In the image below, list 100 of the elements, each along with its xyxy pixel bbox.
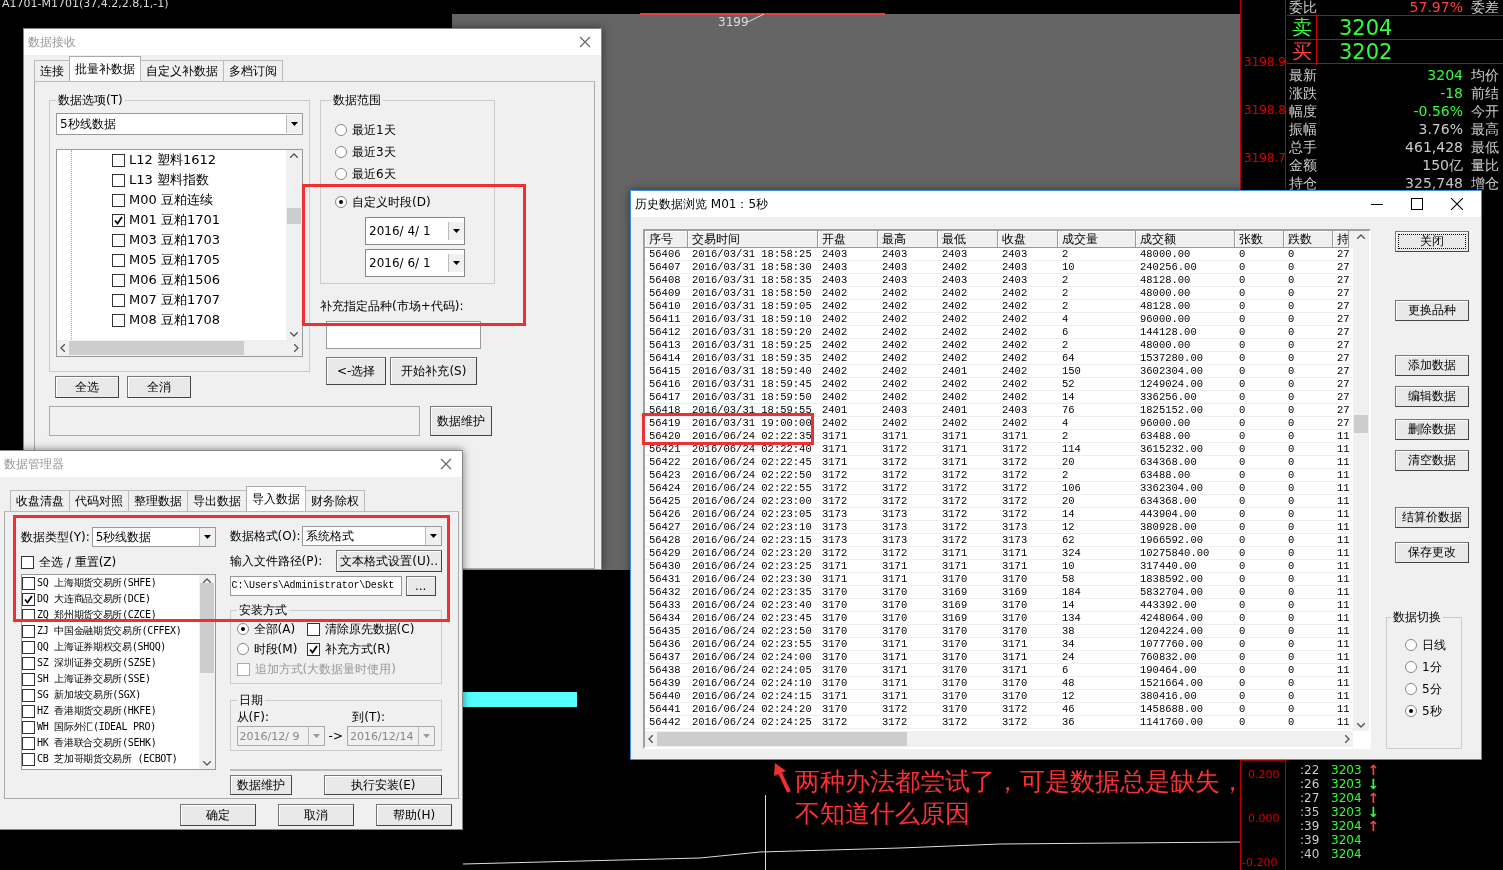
tab[interactable]: 多档订阅 — [223, 60, 283, 81]
tree-item[interactable]: L12 塑料1612 — [129, 151, 216, 169]
tab[interactable]: 收盘清盘 — [10, 490, 70, 511]
list-item[interactable]: HZ 香港期货交易所(HKFE) — [37, 704, 157, 718]
list-item[interactable]: WH 国际外汇(IDEAL PRO) — [37, 720, 156, 734]
tab[interactable]: 连接 — [34, 60, 70, 81]
list-item[interactable]: SQ 上海期货交易所(SHFE) — [37, 576, 157, 590]
date-picker[interactable]: 2016/ 4/ 1 — [365, 217, 465, 245]
tree-item[interactable]: M01 豆粕1701 — [129, 211, 220, 229]
button[interactable]: 确定 — [180, 804, 256, 826]
radio-button[interactable] — [1405, 639, 1418, 651]
checkbox[interactable] — [21, 555, 34, 569]
column-header[interactable]: 最低 — [938, 231, 998, 248]
list-item[interactable]: ZJ 中国金融期货交易所(CFFEX) — [37, 624, 182, 638]
checkbox[interactable] — [112, 273, 125, 287]
radio-button[interactable] — [1405, 661, 1418, 673]
checkbox[interactable] — [112, 233, 125, 247]
scrollbar[interactable] — [286, 150, 302, 340]
radio-button[interactable] — [335, 168, 347, 180]
list-item[interactable]: QQ 上海证券期权交易(SHQQ) — [37, 640, 167, 654]
button[interactable]: ... — [405, 576, 436, 596]
scroll-thumb[interactable] — [199, 583, 214, 673]
checkbox[interactable] — [306, 622, 320, 636]
checkbox[interactable] — [22, 736, 35, 750]
column-header[interactable]: 交易时间 — [688, 231, 818, 248]
column-header[interactable]: 序号 — [645, 231, 688, 248]
tab[interactable]: 财务除权 — [305, 490, 365, 511]
tree-item[interactable]: M05 豆粕1705 — [129, 251, 220, 269]
button[interactable]: 关闭 — [1395, 231, 1470, 252]
scrollbar[interactable] — [57, 340, 302, 356]
radio-button[interactable] — [236, 643, 249, 655]
checkbox[interactable] — [112, 253, 125, 267]
column-header[interactable]: 持 — [1333, 231, 1349, 248]
button[interactable]: 编辑数据 — [1395, 386, 1470, 407]
dropdown[interactable]: 5秒线数据 — [91, 527, 216, 547]
button[interactable]: 帮助(H) — [376, 804, 452, 826]
checkbox[interactable] — [22, 576, 35, 590]
button[interactable]: 开始补充(S) — [390, 357, 478, 385]
checkbox[interactable] — [22, 688, 35, 702]
checkbox[interactable] — [112, 313, 125, 327]
button[interactable]: 文本格式设置(U).. — [336, 550, 442, 572]
column-header[interactable]: 收盘 — [998, 231, 1058, 248]
scroll-thumb[interactable] — [69, 341, 244, 355]
tab[interactable]: 批量补数据 — [69, 56, 141, 81]
checkbox[interactable] — [112, 193, 125, 207]
scrollbar[interactable] — [198, 575, 215, 769]
list-item[interactable]: HK 香港联合交易所(SEHK) — [37, 736, 157, 750]
tree-item[interactable]: M07 豆粕1707 — [129, 291, 220, 309]
input-field[interactable]: C:\Users\Administrator\Deskt — [229, 576, 402, 596]
button[interactable]: 取消 — [278, 804, 354, 826]
checkbox[interactable] — [22, 672, 35, 686]
tree-item[interactable]: M08 豆粕1708 — [129, 311, 220, 329]
column-header[interactable]: 张数 — [1235, 231, 1284, 248]
checkbox[interactable] — [112, 293, 125, 307]
checkbox[interactable] — [112, 153, 125, 167]
radio-button[interactable] — [236, 623, 249, 635]
tree-item[interactable]: M00 豆粕连续 — [129, 191, 213, 209]
radio-button[interactable] — [1405, 705, 1418, 717]
button[interactable]: 添加数据 — [1395, 355, 1470, 376]
checkbox[interactable] — [22, 624, 35, 638]
tab[interactable]: 导入数据 — [246, 486, 306, 511]
tab[interactable]: 自定义补数据 — [140, 60, 224, 81]
button[interactable]: 数据维护 — [430, 406, 492, 436]
column-header[interactable]: 成交量 — [1058, 231, 1136, 248]
checkbox[interactable] — [22, 704, 35, 718]
button[interactable]: 更换品种 — [1395, 300, 1470, 321]
scroll-thumb[interactable] — [287, 208, 301, 224]
column-header[interactable]: 成交额 — [1136, 231, 1235, 248]
radio-button[interactable] — [335, 196, 347, 208]
tree-item[interactable]: L13 塑料指数 — [129, 171, 209, 189]
checkbox[interactable] — [22, 656, 35, 670]
dropdown[interactable]: 5秒线数据 — [56, 113, 303, 135]
checkbox[interactable] — [22, 592, 35, 606]
checkbox[interactable] — [306, 642, 320, 656]
dropdown[interactable]: 系统格式 — [302, 526, 442, 546]
checkbox[interactable] — [112, 213, 125, 227]
list-item[interactable]: ZQ 郑州期货交易所(CZCE) — [37, 608, 157, 622]
checkbox[interactable] — [22, 640, 35, 654]
checkbox[interactable] — [112, 173, 125, 187]
tree-item[interactable]: M06 豆粕1506 — [129, 271, 220, 289]
tree-item[interactable]: M03 豆粕1703 — [129, 231, 220, 249]
button[interactable]: 全消 — [127, 376, 191, 398]
list-item[interactable]: SG 新加坡交易所(SGX) — [37, 688, 141, 702]
button[interactable]: 执行安装(E) — [324, 775, 442, 795]
button[interactable]: <-选择 — [326, 357, 387, 385]
column-header[interactable]: 跌数 — [1284, 231, 1333, 248]
radio-button[interactable] — [335, 124, 347, 136]
scroll-thumb[interactable] — [657, 732, 907, 746]
list-item[interactable]: DQ 大连商品交易所(DCE) — [37, 592, 151, 606]
button[interactable]: 清空数据 — [1395, 450, 1470, 471]
column-header[interactable]: 开盘 — [818, 231, 878, 248]
button[interactable]: 全选 — [55, 376, 119, 398]
scrollbar[interactable] — [645, 731, 1354, 747]
radio-button[interactable] — [1405, 683, 1418, 695]
scroll-thumb[interactable] — [1354, 415, 1369, 433]
button[interactable]: 保存更改 — [1395, 542, 1470, 563]
date-picker[interactable]: 2016/ 6/ 1 — [365, 249, 465, 277]
list-item[interactable]: SH 上海证券交易所(SSE) — [37, 672, 151, 686]
button[interactable]: 数据维护 — [229, 775, 292, 795]
checkbox[interactable] — [22, 720, 35, 734]
